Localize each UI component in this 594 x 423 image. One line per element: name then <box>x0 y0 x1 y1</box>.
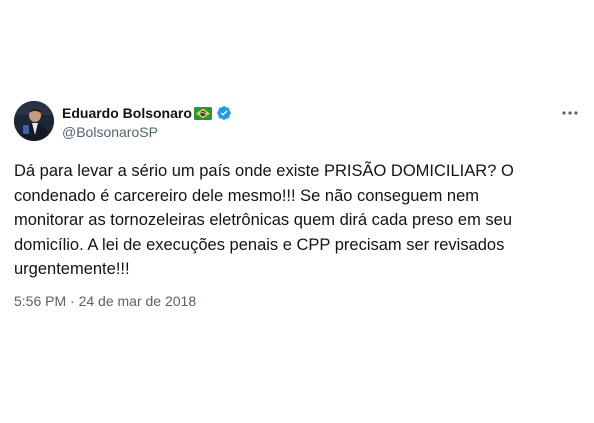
tweet-text-line: condenado é carcereiro dele mesmo!!! Se … <box>14 186 480 205</box>
tweet-text-line: Dá para levar a sério um país onde exist… <box>14 162 514 180</box>
avatar[interactable] <box>14 101 54 141</box>
verified-badge-icon <box>216 105 232 121</box>
tweet-timestamp[interactable]: 5:56 PM · 24 de mar de 2018 <box>14 293 196 309</box>
more-options-icon[interactable] <box>561 104 579 122</box>
tweet-text-line: domicílio. A lei de execuções penais e C… <box>14 235 505 254</box>
author-name-row: Eduardo Bolsonaro <box>62 104 232 122</box>
brazil-flag-icon <box>193 106 212 120</box>
tweet-text-line: urgentemente!!! <box>14 260 130 278</box>
tweet-text-line: monitorar as tornozeleiras eletrônicas q… <box>14 211 512 229</box>
tweet-card: Eduardo Bolsonaro @BolsonaroSP Dá para l… <box>0 0 594 423</box>
tweet-text: Dá para levar a sério um país onde exist… <box>14 159 578 282</box>
avatar-image <box>14 101 54 141</box>
author-handle[interactable]: @BolsonaroSP <box>62 124 158 140</box>
author-name[interactable]: Eduardo Bolsonaro <box>62 105 192 121</box>
